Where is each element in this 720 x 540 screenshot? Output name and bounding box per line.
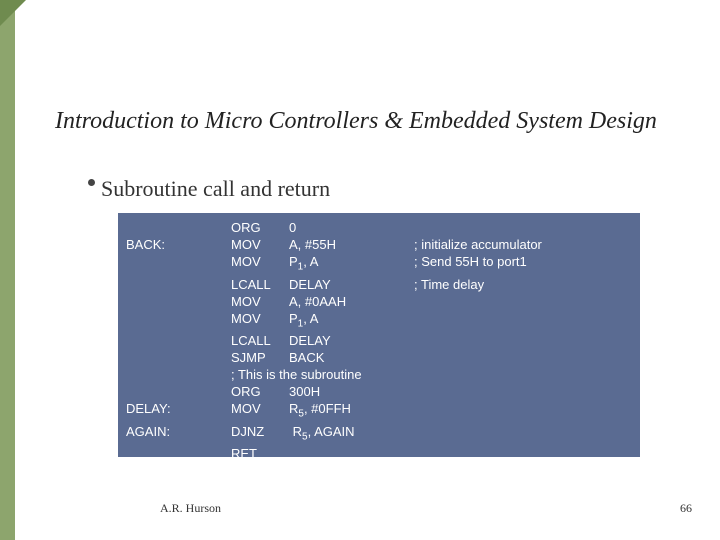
- code-comment: [414, 310, 542, 333]
- bullet-item: Subroutine call and return: [88, 176, 330, 202]
- footer-author: A.R. Hurson: [160, 501, 221, 516]
- code-label: [126, 310, 231, 333]
- code-block: ORG0BACK:MOVA, #55H; initialize accumula…: [118, 213, 640, 457]
- code-op: ORG: [231, 383, 289, 400]
- code-label: [126, 253, 231, 276]
- footer-page-number: 66: [680, 501, 692, 516]
- code-label: [126, 332, 231, 349]
- code-label: BACK:: [126, 236, 231, 253]
- code-comment-line: ; This is the subroutine: [126, 366, 542, 383]
- code-op: MOV: [231, 310, 289, 333]
- code-line: MOVA, #0AAH: [126, 293, 542, 310]
- code-op: LCALL: [231, 276, 289, 293]
- code-comment: [414, 400, 542, 423]
- slide-title: Introduction to Micro Controllers & Embe…: [55, 108, 657, 135]
- code-arg: DELAY: [289, 276, 414, 293]
- code-arg: P1, A: [289, 310, 414, 333]
- code-op: LCALL: [231, 332, 289, 349]
- code-line: END: [126, 462, 542, 479]
- code-op: MOV: [231, 293, 289, 310]
- code-comment: [414, 383, 542, 400]
- code-line: RET: [126, 445, 542, 462]
- code-op: MOV: [231, 400, 289, 423]
- code-op: MOV: [231, 253, 289, 276]
- code-op: ORG: [231, 219, 289, 236]
- code-comment: ; initialize accumulator: [414, 236, 542, 253]
- code-comment: [414, 293, 542, 310]
- code-op: DJNZ: [231, 423, 289, 446]
- code-comment-text: ; This is the subroutine: [231, 366, 542, 383]
- code-arg: 0: [289, 219, 414, 236]
- code-op: SJMP: [231, 349, 289, 366]
- code-label: [126, 462, 231, 479]
- code-arg: A, #55H: [289, 236, 414, 253]
- code-comment: [414, 332, 542, 349]
- code-op: END: [231, 462, 289, 479]
- code-arg: [289, 462, 414, 479]
- code-line: SJMPBACK: [126, 349, 542, 366]
- code-arg: BACK: [289, 349, 414, 366]
- code-label: DELAY:: [126, 400, 231, 423]
- code-arg: 300H: [289, 383, 414, 400]
- code-label: [126, 276, 231, 293]
- code-line: DELAY:MOVR5, #0FFH: [126, 400, 542, 423]
- bullet-text: Subroutine call and return: [101, 176, 330, 201]
- code-line: LCALLDELAY: [126, 332, 542, 349]
- code-comment: [414, 445, 542, 462]
- code-arg: [289, 445, 414, 462]
- code-op: MOV: [231, 236, 289, 253]
- slide: Introduction to Micro Controllers & Embe…: [0, 0, 720, 540]
- code-line: MOVP1, A; Send 55H to port1: [126, 253, 542, 276]
- code-comment: [414, 349, 542, 366]
- code-comment: [414, 462, 542, 479]
- code-label: [126, 349, 231, 366]
- code-table: ORG0BACK:MOVA, #55H; initialize accumula…: [126, 219, 542, 479]
- code-op: RET: [231, 445, 289, 462]
- code-label: [126, 383, 231, 400]
- code-arg: A, #0AAH: [289, 293, 414, 310]
- code-comment: [414, 423, 542, 446]
- code-label: [126, 445, 231, 462]
- code-line: ORG0: [126, 219, 542, 236]
- code-comment: ; Send 55H to port1: [414, 253, 542, 276]
- code-arg: DELAY: [289, 332, 414, 349]
- code-label: [126, 219, 231, 236]
- bullet-icon: [88, 179, 95, 186]
- code-arg: R5, AGAIN: [289, 423, 414, 446]
- code-line: AGAIN:DJNZ R5, AGAIN: [126, 423, 542, 446]
- code-line: LCALLDELAY; Time delay: [126, 276, 542, 293]
- code-line: BACK:MOVA, #55H; initialize accumulator: [126, 236, 542, 253]
- code-label: AGAIN:: [126, 423, 231, 446]
- code-comment: ; Time delay: [414, 276, 542, 293]
- code-line: ORG300H: [126, 383, 542, 400]
- code-arg: R5, #0FFH: [289, 400, 414, 423]
- code-label: [126, 293, 231, 310]
- code-arg: P1, A: [289, 253, 414, 276]
- code-comment: [414, 219, 542, 236]
- code-line: MOVP1, A: [126, 310, 542, 333]
